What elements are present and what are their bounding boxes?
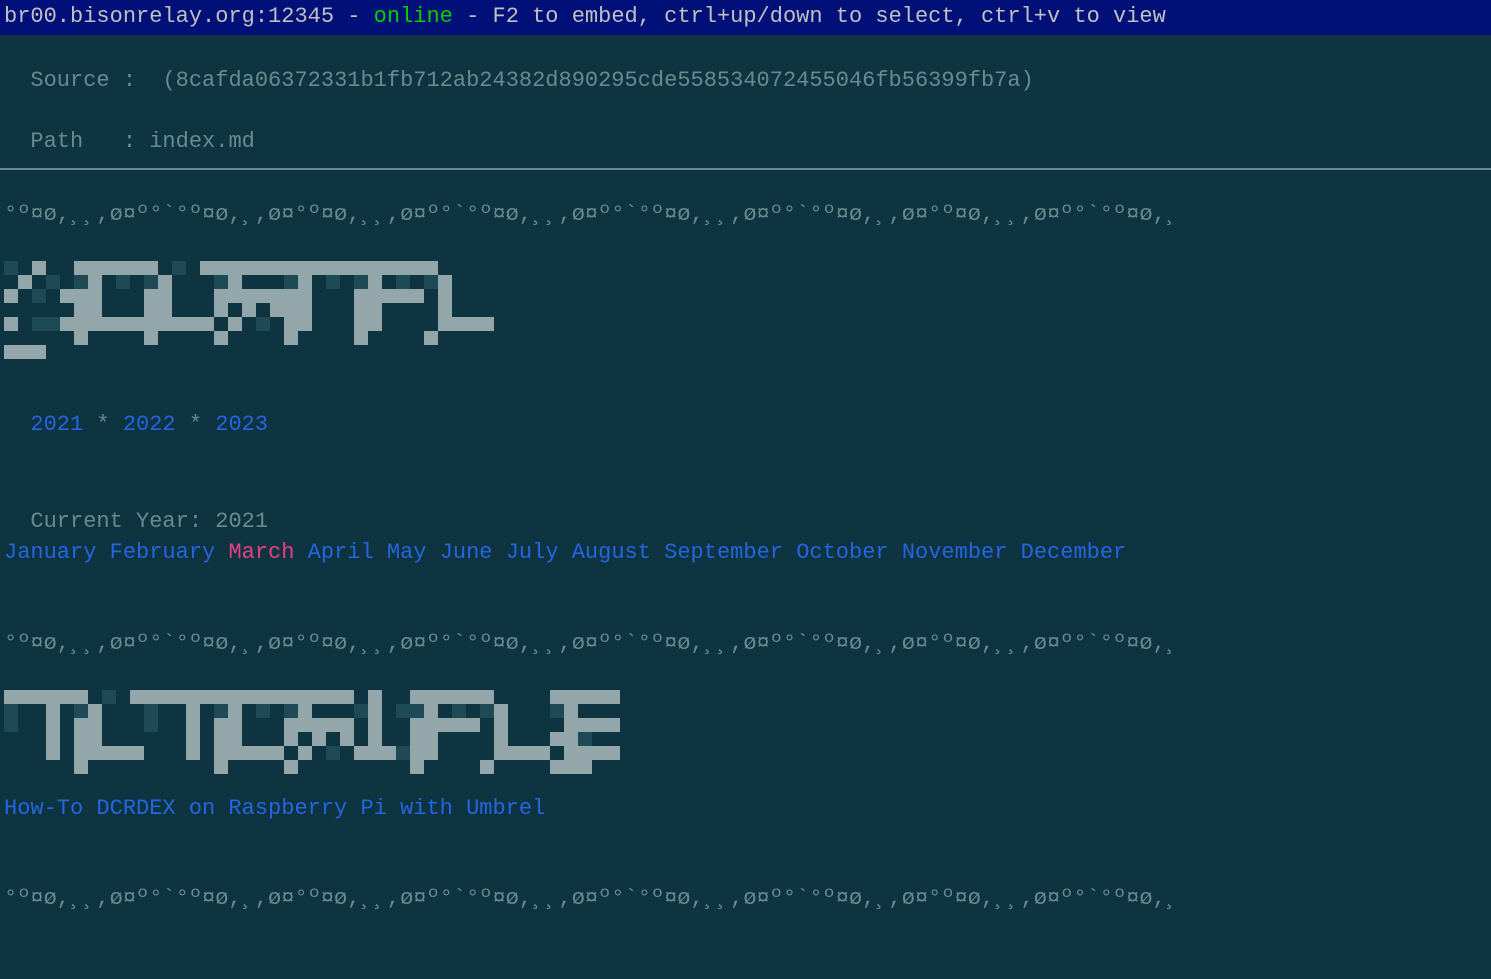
month-link-april[interactable]: April [308, 540, 374, 565]
month-link-november[interactable]: November [902, 540, 1008, 565]
current-year-value: 2021 [215, 509, 268, 534]
current-year-line: Current Year: 2021 [0, 476, 1491, 538]
server-address: br00.bisonrelay.org:12345 [4, 2, 334, 33]
heading-journal [0, 261, 1491, 359]
decorative-wave: °º¤ø,¸¸,ø¤º°`°º¤ø,¸,ø¤°º¤ø,¸¸,ø¤º°`°º¤ø,… [0, 884, 1491, 915]
year-links: 2021 * 2022 * 2023 [0, 379, 1491, 441]
decorative-wave: °º¤ø,¸¸,ø¤º°`°º¤ø,¸,ø¤°º¤ø,¸¸,ø¤º°`°º¤ø,… [0, 629, 1491, 660]
decorative-wave: °º¤ø,¸¸,ø¤º°`°º¤ø,¸,ø¤°º¤ø,¸¸,ø¤º°`°º¤ø,… [0, 200, 1491, 231]
month-link-december[interactable]: December [1021, 540, 1127, 565]
months-row: January February March April May June Ju… [0, 538, 1491, 569]
year-link-2023[interactable]: 2023 [215, 412, 268, 437]
source-hash: (8cafda06372331b1fb712ab24382d890295cde5… [162, 68, 1033, 93]
header-bar: br00.bisonrelay.org:12345 - online - F2 … [0, 0, 1491, 35]
status-online: online [374, 2, 453, 33]
month-link-january[interactable]: January [4, 540, 96, 565]
path-value: index.md [149, 129, 255, 154]
month-link-may[interactable]: May [387, 540, 427, 565]
month-link-july[interactable]: July [506, 540, 559, 565]
month-link-august[interactable]: August [572, 540, 651, 565]
month-link-september[interactable]: September [664, 540, 783, 565]
year-link-2022[interactable]: 2022 [123, 412, 176, 437]
path-line: Path : index.md [0, 96, 1491, 158]
heading-tutorials [0, 690, 1491, 774]
tutorial-link-row: How-To DCRDEX on Raspberry Pi with Umbre… [0, 794, 1491, 825]
source-line: Source : (8cafda06372331b1fb712ab24382d8… [0, 35, 1491, 97]
month-link-june[interactable]: June [440, 540, 493, 565]
month-link-february[interactable]: February [110, 540, 216, 565]
year-link-2021[interactable]: 2021 [30, 412, 83, 437]
month-link-october[interactable]: October [796, 540, 888, 565]
header-hint: F2 to embed, ctrl+up/down to select, ctr… [493, 2, 1166, 33]
tutorial-link-dcrdex[interactable]: How-To DCRDEX on Raspberry Pi with Umbre… [4, 796, 545, 821]
month-link-march[interactable]: March [228, 540, 294, 565]
